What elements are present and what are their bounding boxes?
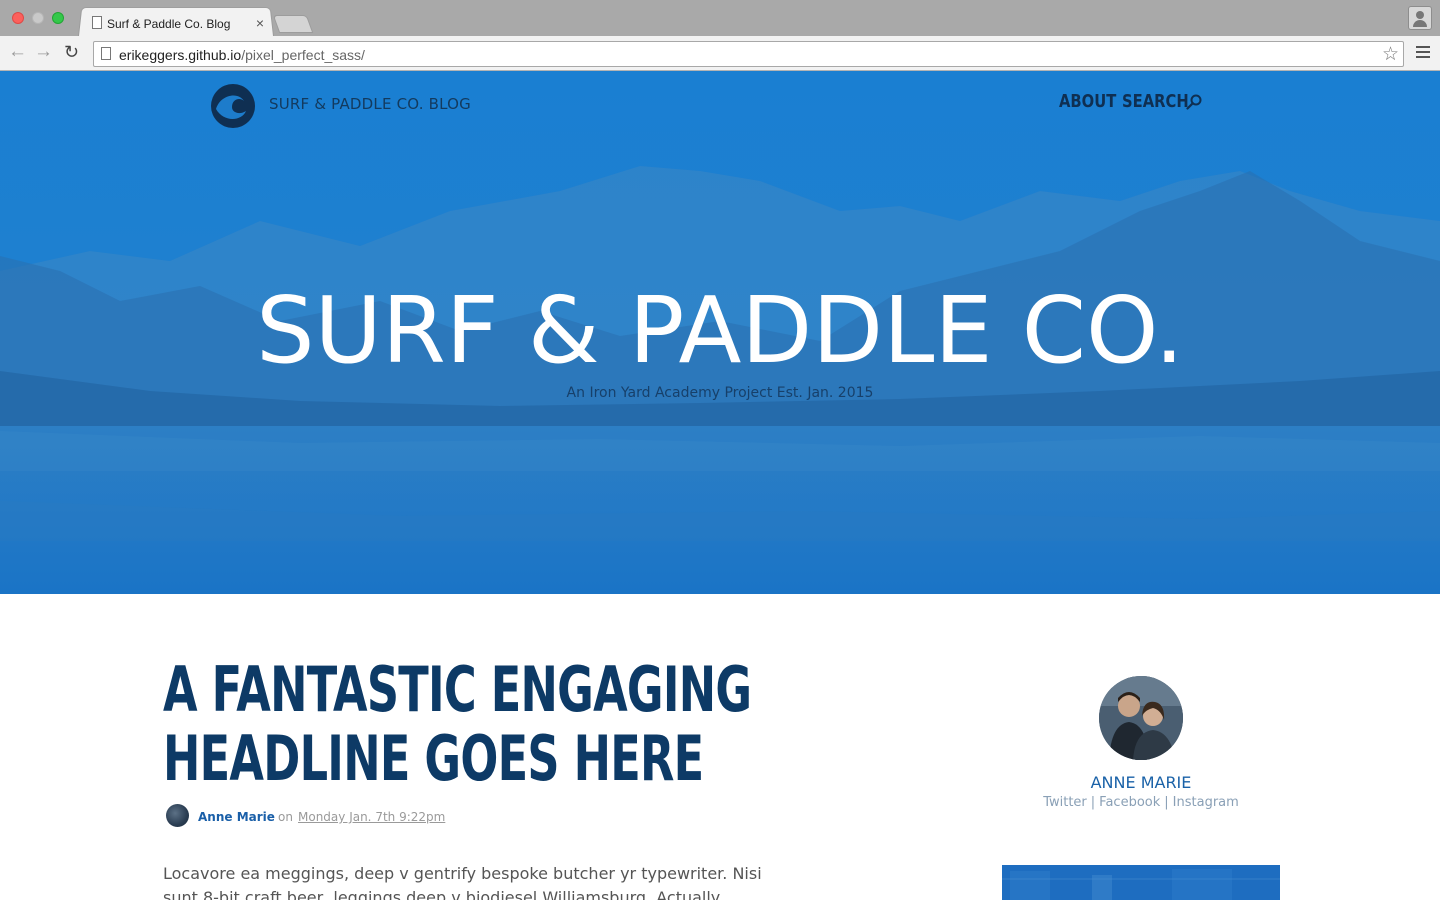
url-path: /pixel_perfect_sass/ [241, 47, 365, 63]
sidebar-feature-image[interactable] [1002, 865, 1280, 900]
nav-search-link[interactable]: SEARCH [1122, 91, 1189, 112]
page-icon [101, 47, 111, 60]
hero-banner: SURF & PADDLE CO. BLOG ABOUT SEARCH SURF… [0, 71, 1440, 594]
minimize-window-button[interactable] [32, 12, 44, 24]
nav-about-link[interactable]: ABOUT [1059, 91, 1116, 112]
forward-arrow-icon[interactable]: → [34, 42, 53, 62]
social-links: Twitter | Facebook | Instagram [1000, 795, 1282, 810]
byline-on-text: on [278, 810, 293, 824]
url-host: erikeggers.github.io [119, 47, 242, 63]
back-arrow-icon[interactable]: ← [8, 42, 27, 62]
byline-date-link[interactable]: Monday Jan. 7th 9:22pm [298, 810, 445, 824]
page-icon [92, 16, 102, 29]
browser-toolbar: ← → ↻ erikeggers.github.io/pixel_perfect… [0, 36, 1440, 71]
sidebar-image-graphic [1002, 865, 1280, 900]
profile-icon[interactable] [1408, 6, 1432, 30]
tab-title: Surf & Paddle Co. Blog [107, 17, 231, 31]
address-bar[interactable]: erikeggers.github.io/pixel_perfect_sass/… [93, 41, 1404, 67]
bookmark-star-icon[interactable]: ☆ [1382, 43, 1399, 66]
reload-icon[interactable]: ↻ [64, 42, 79, 62]
wave-logo-icon[interactable] [210, 83, 256, 129]
instagram-link[interactable]: Instagram [1173, 795, 1239, 810]
twitter-link[interactable]: Twitter [1043, 795, 1087, 810]
sidebar-author-name[interactable]: ANNE MARIE [1000, 773, 1282, 792]
close-window-button[interactable] [12, 12, 24, 24]
site-name[interactable]: SURF & PADDLE CO. BLOG [269, 95, 471, 113]
zoom-window-button[interactable] [52, 12, 64, 24]
browser-tab-content[interactable]: Surf & Paddle Co. Blog × [88, 9, 270, 35]
search-icon[interactable] [1186, 94, 1202, 110]
hero-subtitle: An Iron Yard Academy Project Est. Jan. 2… [566, 385, 874, 401]
social-separator: | [1164, 795, 1169, 810]
article-body: Locavore ea meggings, deep v gentrify be… [163, 864, 762, 900]
browser-titlebar: Surf & Paddle Co. Blog × [0, 0, 1440, 37]
new-tab-button[interactable] [272, 15, 314, 33]
close-tab-icon[interactable]: × [256, 15, 264, 31]
url-text[interactable]: erikeggers.github.io/pixel_perfect_sass/ [119, 47, 365, 63]
article-headline[interactable]: A FANTASTIC ENGAGING HEADLINE GOES HERE [163, 655, 782, 793]
facebook-link[interactable]: Facebook [1099, 795, 1160, 810]
byline-author-link[interactable]: Anne Marie [198, 810, 275, 824]
author-photo-image [1099, 676, 1183, 760]
hero-title: SURF & PADDLE CO. [256, 277, 1184, 384]
social-separator: | [1090, 795, 1096, 810]
browser-menu-icon[interactable] [1416, 46, 1430, 58]
byline-avatar [166, 804, 189, 827]
author-avatar [1099, 676, 1183, 760]
